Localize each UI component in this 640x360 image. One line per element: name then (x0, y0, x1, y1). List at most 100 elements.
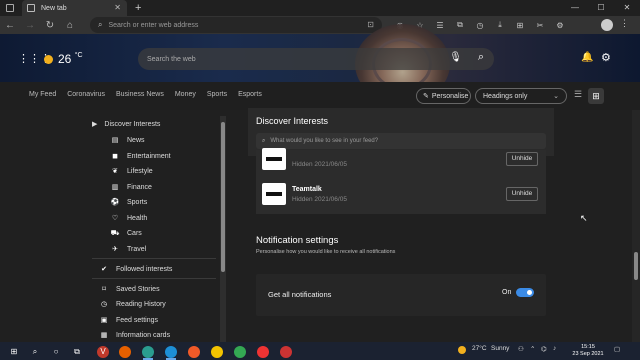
refresh-icon[interactable]: ↻ (40, 20, 60, 31)
sidebar-item-travel[interactable]: ✈ Travel (109, 245, 146, 254)
title-bar: New tab ✕ + — ☐ ✕ (0, 0, 640, 16)
notification-center-icon[interactable]: ▢ (614, 345, 620, 353)
sidebar-scrollbar-thumb[interactable] (221, 122, 225, 272)
tab-actions-icon[interactable] (6, 4, 14, 12)
notifications-bell-icon[interactable]: 🔔 (581, 52, 593, 63)
sidebar-item-entertainment[interactable]: ◼ Entertainment (109, 152, 171, 161)
address-bar[interactable]: ⌕ Search or enter web address ⊡ (90, 17, 382, 33)
feed-tab-sports[interactable]: Sports (207, 91, 227, 98)
weather-desc[interactable]: Sunny (491, 345, 509, 352)
screenshot-icon[interactable]: ✂ (530, 21, 550, 30)
extensions-icon[interactable]: ⚙ (550, 21, 570, 30)
opera-icon[interactable] (257, 346, 269, 358)
close-window-button[interactable]: ✕ (614, 0, 640, 16)
page-scrollbar[interactable] (632, 110, 640, 342)
unhide-button[interactable]: Unhide (506, 152, 538, 166)
start-icon[interactable]: ⊞ (8, 346, 20, 358)
taskbar-clock[interactable]: 15:15 23 Sep 2021 (568, 344, 608, 358)
profile-avatar[interactable] (601, 19, 613, 31)
edge-icon[interactable] (142, 346, 154, 358)
bookmark-icon: ⌑ (102, 286, 106, 293)
clock-time: 15:15 (581, 344, 595, 350)
unhide-button[interactable]: Unhide (506, 187, 538, 201)
sidebar-item-saved[interactable]: ⌑ Saved Stories (98, 285, 159, 294)
sidebar-item-label: Sports (127, 198, 148, 206)
grid-view-icon[interactable]: ⊞ (588, 88, 604, 104)
cortana-icon[interactable]: ○ (50, 346, 62, 358)
entertainment-icon: ◼ (112, 153, 118, 160)
sidebar-item-history[interactable]: ◷ Reading History (98, 300, 166, 309)
search-icon[interactable]: ⌕ (478, 51, 484, 64)
minimize-button[interactable]: — (562, 0, 588, 16)
firefox-icon[interactable] (119, 346, 131, 358)
weather-temp[interactable]: 27°C (472, 345, 487, 352)
chrome-canary-icon[interactable] (211, 346, 223, 358)
list-view-icon[interactable]: ☰ (574, 89, 582, 100)
feed-tab-esports[interactable]: Esports (238, 91, 262, 98)
home-icon[interactable]: ⌂ (60, 20, 80, 31)
page-scrollbar-thumb[interactable] (634, 252, 638, 280)
sidebar-item-label: News (127, 136, 145, 144)
weather-temperature[interactable]: 26 °C (58, 52, 83, 66)
sidebar-divider (92, 258, 216, 259)
sidebar-item-finance[interactable]: ▥ Finance (109, 183, 152, 192)
tray-network-icon[interactable]: ⌬ (541, 345, 547, 353)
more-options-icon[interactable]: ⋮ (620, 18, 629, 29)
info-cards-icon: ▦ (100, 332, 108, 339)
vivaldi-icon[interactable]: V (97, 346, 109, 358)
microphone-icon[interactable]: 🎙 (449, 52, 462, 63)
feed-settings-icon: ▣ (100, 317, 108, 324)
tray-up-icon[interactable]: ⌃ (530, 345, 535, 353)
feed-tab-money[interactable]: Money (175, 91, 196, 98)
sidebar-item-sports[interactable]: ⚽ Sports (109, 198, 148, 207)
close-tab-icon[interactable]: ✕ (114, 3, 121, 12)
layout-dropdown[interactable]: Headings only ⌄ (475, 88, 567, 104)
collections-icon[interactable]: ⧉ (450, 20, 470, 30)
history-icon[interactable]: ◷ (470, 21, 490, 30)
feed-tab-coronavirus[interactable]: Coronavirus (67, 91, 105, 98)
new-tab-button[interactable]: + (135, 2, 141, 14)
sidebar-item-feed-settings[interactable]: ▣ Feed settings (98, 316, 158, 325)
sidebar-item-discover[interactable]: ▶ Discover Interests (92, 120, 160, 129)
personalise-button[interactable]: ✎ Personalise (416, 88, 471, 104)
forward-icon[interactable]: → (20, 20, 40, 31)
panel-title: Discover Interests (256, 116, 329, 126)
back-icon[interactable]: ← (0, 20, 20, 31)
apps-icon[interactable]: ⊞ (510, 21, 530, 30)
task-view-icon[interactable]: ⧉ (71, 346, 83, 358)
downloads-icon[interactable]: ⤓ (490, 20, 510, 30)
sidebar-item-health[interactable]: ♡ Health (109, 214, 147, 223)
lifestyle-icon: ❦ (112, 168, 118, 175)
brave-icon[interactable] (188, 346, 200, 358)
sidebar-scrollbar[interactable] (220, 116, 226, 342)
search-icon[interactable]: ⌕ (29, 346, 41, 358)
finance-icon: ▥ (111, 184, 119, 191)
feed-tab-business-news[interactable]: Business News (116, 91, 164, 98)
travel-icon: ✈ (112, 246, 118, 253)
browser-tab[interactable]: New tab ✕ (22, 0, 127, 16)
temperature-unit: °C (74, 52, 83, 59)
sidebar-item-cars[interactable]: ⛟ Cars (109, 229, 142, 238)
edge-beta-icon[interactable] (165, 346, 177, 358)
sidebar-item-lifestyle[interactable]: ❦ Lifestyle (109, 167, 153, 176)
pencil-icon: ✎ (423, 93, 429, 100)
notifications-toggle[interactable] (516, 288, 534, 297)
maximize-button[interactable]: ☐ (588, 0, 614, 16)
immersive-reader-icon[interactable]: ⊡ (367, 20, 374, 29)
feed-tab-my-feed[interactable]: My Feed (29, 91, 56, 98)
notification-settings-title: Notification settings (256, 235, 339, 246)
chrome-icon[interactable] (234, 346, 246, 358)
sidebar-item-label: Cars (127, 230, 142, 237)
search-icon: ⌕ (262, 137, 266, 144)
layout-dropdown-value: Headings only (483, 92, 528, 100)
web-search-box[interactable]: Search the web 🎙 ⌕ (138, 48, 494, 70)
favorites-icon[interactable]: ☰ (430, 21, 450, 30)
browser-toolbar: ← → ↻ ⌂ ⌕ Search or enter web address ⊡ … (0, 16, 640, 34)
sidebar-item-followed[interactable]: ✔ Followed interests (98, 265, 172, 274)
page-settings-gear-icon[interactable]: ⚙ (601, 51, 611, 64)
tray-people-icon[interactable]: ⚇ (518, 345, 524, 353)
app-icon[interactable] (280, 346, 292, 358)
tray-volume-icon[interactable]: ♪ (553, 345, 556, 352)
sidebar-item-news[interactable]: ▤ News (109, 136, 145, 145)
sidebar-item-info-cards[interactable]: ▦ Information cards (98, 331, 170, 340)
